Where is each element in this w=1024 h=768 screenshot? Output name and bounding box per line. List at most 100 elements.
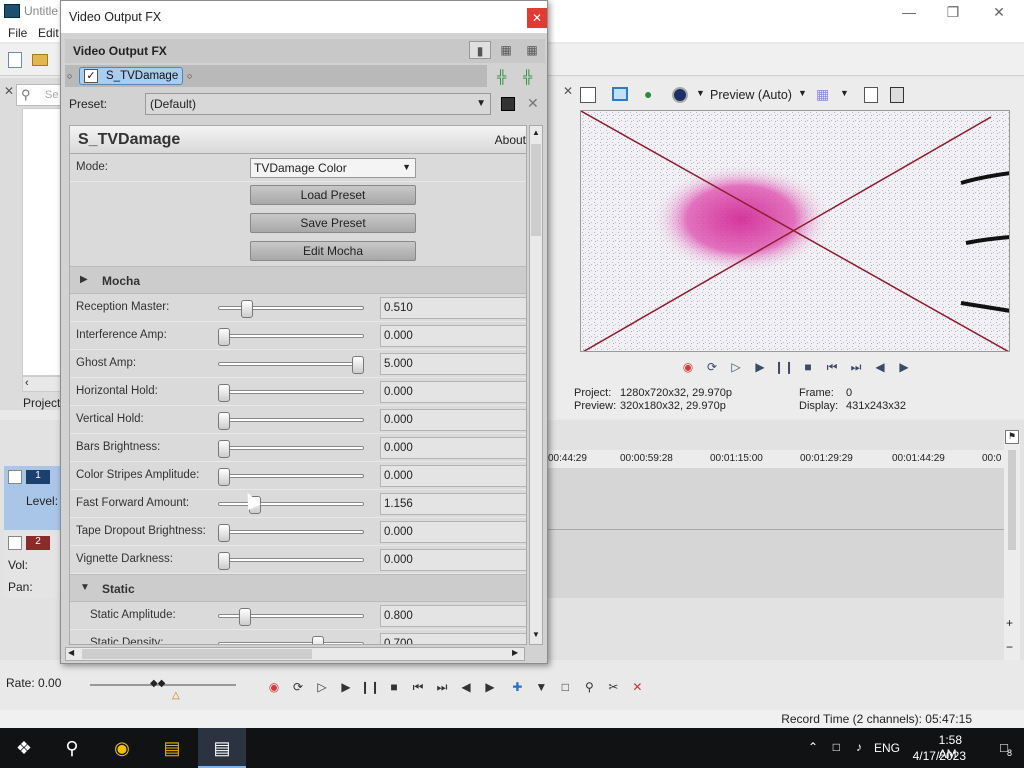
- explorer-list[interactable]: [22, 108, 62, 376]
- chevron-down-icon[interactable]: ▼: [696, 88, 705, 98]
- slider-thumb[interactable]: [218, 384, 230, 402]
- go-to-start-icon[interactable]: ⏮: [820, 360, 844, 375]
- save-snapshot-icon[interactable]: [890, 87, 904, 103]
- slider-thumb[interactable]: [312, 636, 324, 644]
- timeline-vscroll[interactable]: ⚑ + −: [1004, 430, 1020, 660]
- scroll-left-icon[interactable]: ◀: [68, 648, 74, 657]
- video-track-header[interactable]: 1 Level:: [4, 466, 64, 530]
- preview-properties-icon[interactable]: [580, 87, 596, 103]
- vegas-icon[interactable]: ▤: [198, 728, 246, 768]
- about-button[interactable]: About: [495, 133, 526, 147]
- preview-quality-select[interactable]: Preview (Auto): [710, 88, 792, 102]
- menu-file[interactable]: File: [8, 26, 27, 40]
- view-columns-icon[interactable]: ▦: [495, 41, 517, 59]
- go-to-start-icon[interactable]: ⏮: [406, 680, 430, 695]
- slider-thumb[interactable]: [352, 356, 364, 374]
- plugin-chain-icon[interactable]: ╬: [497, 69, 506, 84]
- param-slider[interactable]: [218, 468, 364, 486]
- prev-frame-icon[interactable]: ◀: [454, 680, 478, 694]
- play-icon[interactable]: ▶: [748, 360, 772, 374]
- mode-select[interactable]: TVDamage Color ▼: [250, 158, 416, 178]
- grid-icon[interactable]: ▦: [816, 86, 829, 103]
- zoom-tool-icon[interactable]: ⚲: [577, 680, 601, 694]
- param-value-input[interactable]: 0.700: [380, 633, 526, 644]
- save-preset-icon[interactable]: [501, 97, 515, 111]
- zoom-in-icon[interactable]: +: [1006, 616, 1013, 630]
- new-file-icon[interactable]: [8, 52, 22, 68]
- slider-thumb[interactable]: [218, 524, 230, 542]
- record-icon[interactable]: ◉: [676, 360, 700, 374]
- audio-track-lane[interactable]: [548, 532, 1008, 594]
- external-monitor-icon[interactable]: [612, 87, 628, 101]
- enable-checkbox[interactable]: ✓: [84, 69, 98, 83]
- open-folder-icon[interactable]: [32, 54, 48, 66]
- slider-thumb[interactable]: [218, 440, 230, 458]
- param-slider[interactable]: [218, 356, 364, 374]
- param-value-input[interactable]: 0.000: [380, 521, 526, 543]
- tray-chevron-icon[interactable]: ⌃: [808, 740, 818, 754]
- chain-item-s-tvdamage[interactable]: ✓ S_TVDamage: [79, 67, 183, 85]
- param-slider[interactable]: [218, 496, 364, 514]
- pause-icon[interactable]: ❙❙: [772, 360, 796, 374]
- fx-icon[interactable]: ●: [644, 86, 652, 102]
- scroll-right-icon[interactable]: ▶: [512, 648, 518, 657]
- view-list-icon[interactable]: ▮: [469, 41, 491, 59]
- loop-icon[interactable]: ⟳: [700, 360, 724, 374]
- pause-icon[interactable]: ❙❙: [358, 680, 382, 694]
- param-value-input[interactable]: 0.000: [380, 549, 526, 571]
- normal-edit-tool-icon[interactable]: ✚: [505, 680, 529, 694]
- scroll-up-icon[interactable]: ▲: [532, 128, 540, 137]
- marker-flag-icon[interactable]: ⚑: [1005, 430, 1019, 444]
- zoom-out-icon[interactable]: −: [1006, 640, 1013, 654]
- fx-dialog-close-icon[interactable]: ✕: [527, 8, 547, 28]
- clock-date[interactable]: 4/17/2023: [913, 749, 966, 763]
- menu-edit[interactable]: Edit: [38, 26, 59, 40]
- slider-thumb[interactable]: [218, 468, 230, 486]
- fx-vscroll[interactable]: ▲ ▼: [529, 125, 543, 645]
- split-screen-icon[interactable]: [672, 87, 688, 103]
- load-preset-button[interactable]: Load Preset: [250, 185, 416, 205]
- go-to-end-icon[interactable]: ⏭: [844, 360, 868, 375]
- vscroll-thumb[interactable]: [1008, 450, 1016, 550]
- timeline-ruler[interactable]: 00:44:29 00:00:59:28 00:01:15:00 00:01:2…: [548, 450, 1008, 468]
- split-icon[interactable]: ✂: [601, 680, 625, 694]
- slider-thumb[interactable]: [218, 328, 230, 346]
- explorer-close-icon[interactable]: ✕: [4, 84, 14, 98]
- audio-track-header[interactable]: 2 Vol: Pan:: [4, 532, 64, 598]
- preset-select[interactable]: (Default) ▼: [145, 93, 491, 115]
- view-grid-icon[interactable]: ▦: [521, 41, 543, 59]
- record-icon[interactable]: ◉: [262, 680, 286, 694]
- param-slider[interactable]: [218, 608, 364, 626]
- param-value-input[interactable]: 0.000: [380, 437, 526, 459]
- section-static[interactable]: ▼ Static: [70, 574, 526, 602]
- slider-thumb[interactable]: [239, 608, 251, 626]
- preview-close-icon[interactable]: ✕: [563, 84, 573, 98]
- play-from-start-icon[interactable]: ▷: [724, 360, 748, 374]
- param-value-input[interactable]: 0.800: [380, 605, 526, 627]
- grid-chevron-icon[interactable]: ▼: [840, 88, 849, 98]
- param-slider[interactable]: [218, 328, 364, 346]
- param-value-input[interactable]: 5.000: [380, 353, 526, 375]
- fx-hscroll[interactable]: ◀ ▶: [65, 647, 525, 661]
- edit-mocha-button[interactable]: Edit Mocha: [250, 241, 416, 261]
- delete-icon[interactable]: ✕: [625, 680, 649, 694]
- section-mocha[interactable]: ▶ Mocha: [70, 266, 526, 294]
- explorer-hscroll[interactable]: ‹: [22, 376, 62, 392]
- language[interactable]: ENG: [874, 741, 900, 755]
- next-frame-icon[interactable]: ▶: [892, 360, 916, 374]
- maximize-icon[interactable]: ❐: [938, 2, 968, 22]
- rate-slider-thumb[interactable]: ◆◆: [150, 678, 165, 689]
- hscroll-thumb[interactable]: [82, 649, 312, 659]
- param-slider[interactable]: [218, 440, 364, 458]
- copy-snapshot-icon[interactable]: [864, 87, 878, 103]
- chrome-icon[interactable]: ◉: [98, 728, 146, 768]
- param-slider[interactable]: [218, 300, 364, 318]
- param-slider[interactable]: [218, 412, 364, 430]
- play-icon[interactable]: ▶: [334, 680, 358, 694]
- envelope-tool-icon[interactable]: ▼: [529, 680, 553, 694]
- play-from-start-icon[interactable]: ▷: [310, 680, 334, 694]
- delete-preset-icon[interactable]: ✕: [527, 95, 539, 112]
- preview-quality-chevron-icon[interactable]: ▼: [798, 88, 807, 98]
- param-value-input[interactable]: 0.000: [380, 381, 526, 403]
- param-value-input[interactable]: 0.510: [380, 297, 526, 319]
